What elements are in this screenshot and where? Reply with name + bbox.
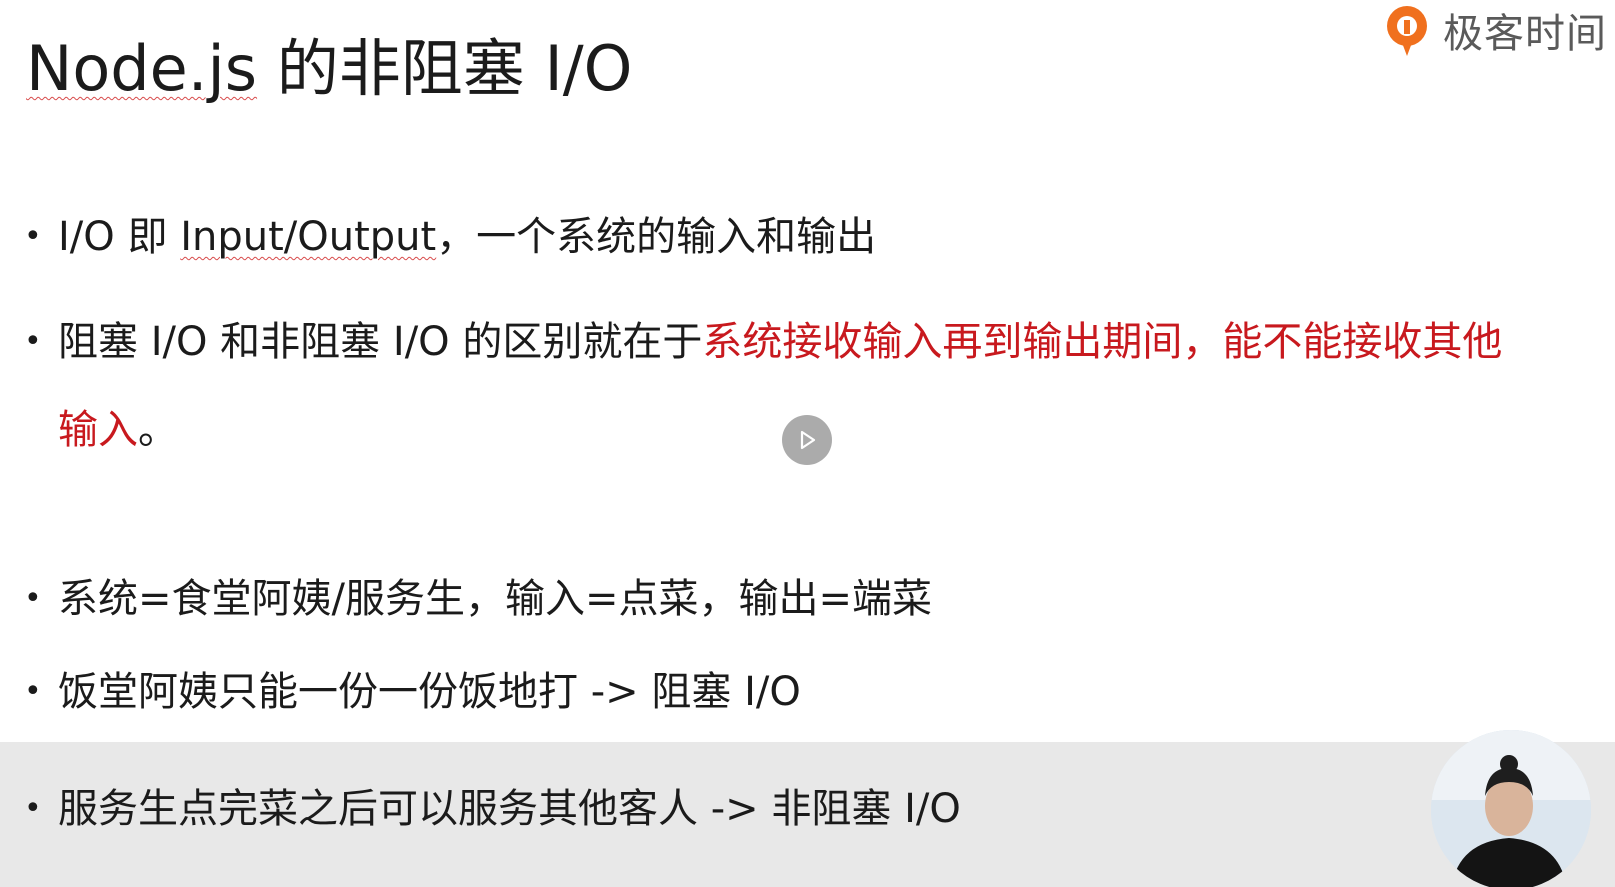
brand-name: 极客时间 — [1443, 11, 1607, 57]
bullet-dot: • — [24, 674, 42, 709]
bullet-item: • 系统=食堂阿姨/服务生，输入=点菜，输出=端菜 — [24, 555, 932, 643]
bullet-dot: • — [24, 791, 42, 826]
bullet-text-post: ，一个系统的输入和输出 — [436, 214, 877, 260]
play-button[interactable] — [782, 415, 832, 465]
bullet-text: 饭堂阿姨只能一份一份饭地打 -> 阻塞 I/O — [58, 669, 801, 715]
bullet-text-pre: I/O 即 — [58, 214, 181, 260]
slide-title-rest: 的非阻塞 I/O — [257, 32, 633, 105]
geektime-logo-icon — [1387, 6, 1427, 56]
bullet-item: • 服务生点完菜之后可以服务其他客人 -> 非阻塞 I/O — [24, 765, 961, 853]
brand: 极客时间 — [1379, 0, 1607, 60]
bullet-dot: • — [24, 324, 42, 359]
bullet-text-pre: 阻塞 I/O 和非阻塞 I/O 的区别就在于 — [58, 319, 703, 365]
slide-title-en: Node.js — [26, 32, 258, 105]
bullet-item: • I/O 即 Input/Output，一个系统的输入和输出 — [24, 193, 876, 281]
play-icon — [800, 430, 816, 450]
bullet-text: I/O 即 Input/Output，一个系统的输入和输出 — [58, 193, 876, 281]
bullet-text: 系统=食堂阿姨/服务生，输入=点菜，输出=端菜 — [58, 576, 933, 622]
slide: 极客时间 Node.js 的非阻塞 I/O • I/O 即 Input/Outp… — [0, 0, 1615, 887]
presenter-figure-icon — [1431, 730, 1591, 887]
bullet-text: 服务生点完菜之后可以服务其他客人 -> 非阻塞 I/O — [58, 786, 961, 832]
bullet-text-underlined: Input/Output — [180, 214, 437, 260]
presenter-avatar — [1431, 730, 1591, 887]
bullet-item: • 饭堂阿姨只能一份一份饭地打 -> 阻塞 I/O — [24, 648, 801, 736]
bullet-dot: • — [24, 219, 42, 254]
bullet-dot: • — [24, 581, 42, 616]
bullet-text-post: 。 — [138, 407, 178, 453]
slide-title: Node.js 的非阻塞 I/O — [26, 28, 632, 110]
